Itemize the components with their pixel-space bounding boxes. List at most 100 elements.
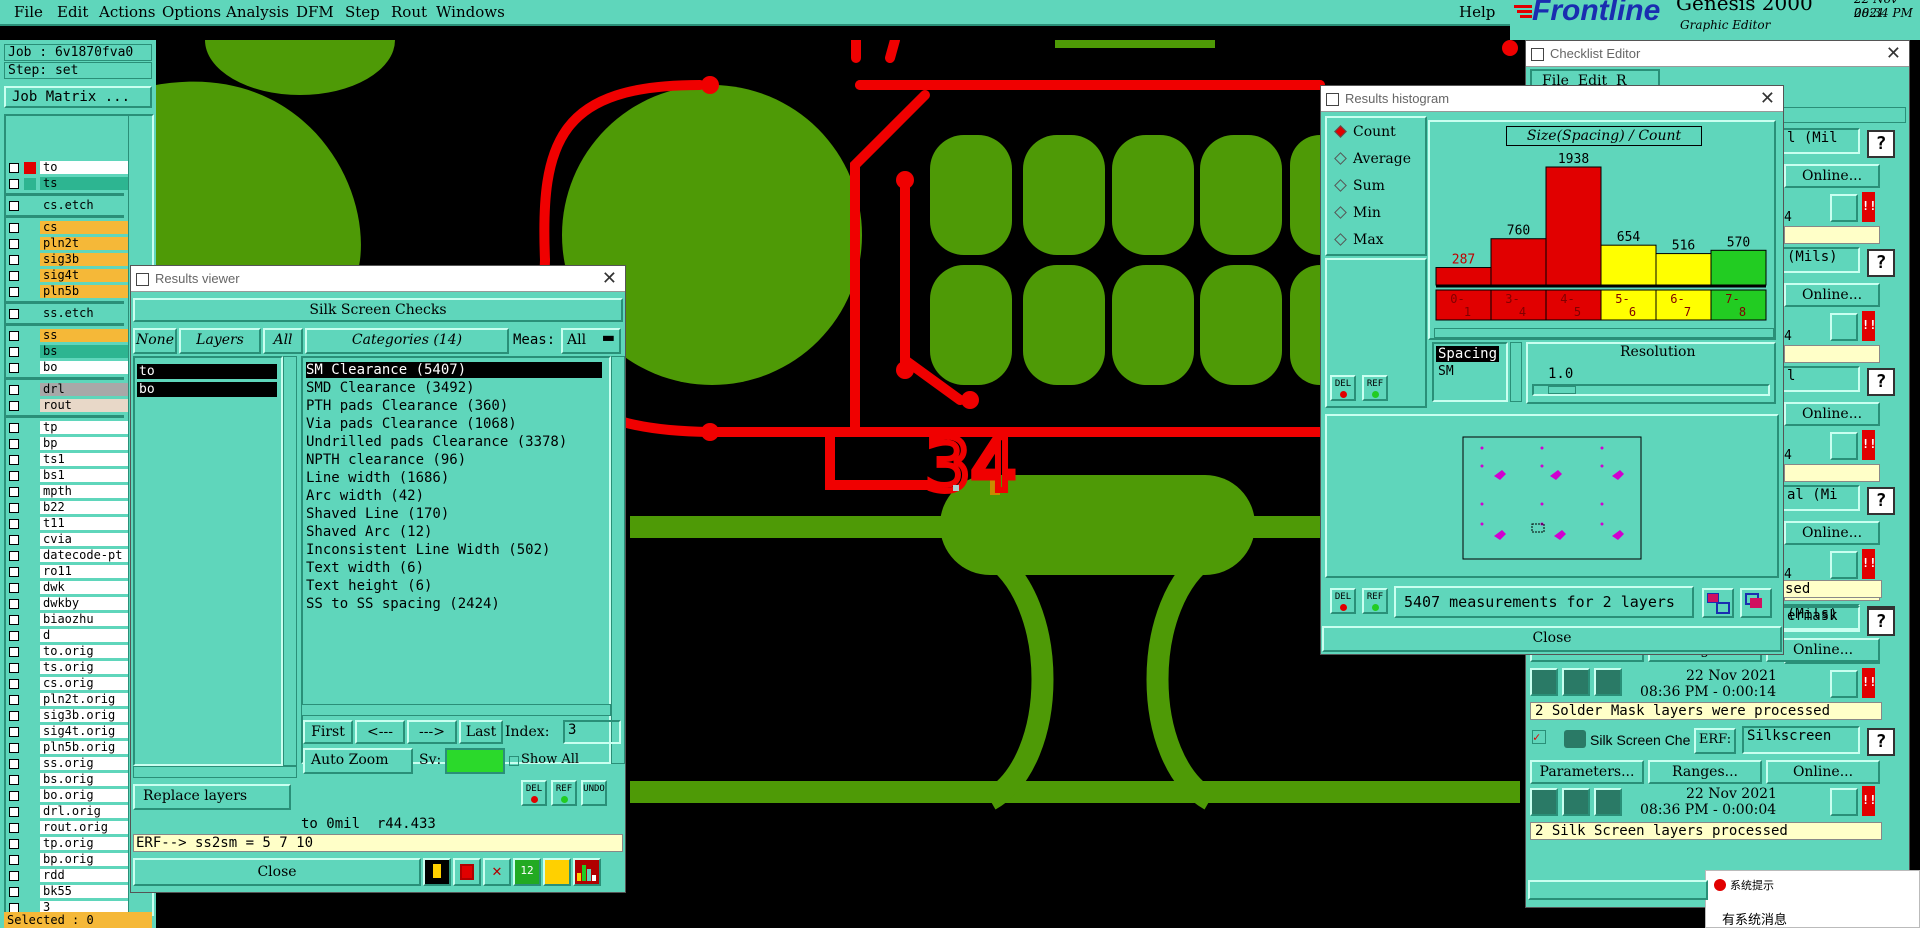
run-icon[interactable] — [1594, 668, 1622, 696]
layer-checkbox[interactable] — [9, 679, 19, 689]
layer-row[interactable]: datecode-pt — [6, 548, 128, 563]
layer-checkbox[interactable] — [9, 487, 19, 497]
close-icon[interactable]: ✕ — [1760, 88, 1775, 109]
layer-checkbox[interactable] — [9, 775, 19, 785]
layer-checkbox[interactable] — [9, 309, 19, 319]
ref-button[interactable]: REF — [1362, 375, 1388, 401]
layer-checkbox[interactable] — [9, 807, 19, 817]
shrink-icon[interactable] — [1740, 588, 1772, 618]
layer-checkbox[interactable] — [9, 663, 19, 673]
layer-row[interactable]: t11 — [6, 516, 128, 531]
replace-layers-dropdown[interactable]: Replace layers — [133, 784, 291, 810]
alert-icon[interactable]: !! — [1862, 668, 1876, 698]
spacing-list[interactable]: Spacing SM — [1432, 342, 1508, 402]
category-item[interactable]: Arc width (42) — [306, 488, 424, 504]
spacing-item[interactable]: SM — [1438, 364, 1454, 379]
del-button[interactable]: DEL — [1330, 588, 1356, 614]
layer-list-vscroll[interactable] — [283, 356, 297, 766]
category-item[interactable]: Via pads Clearance (1068) — [306, 416, 517, 432]
online-button[interactable]: Online... — [1784, 402, 1880, 426]
checklist-field[interactable]: al (Mi — [1782, 485, 1860, 511]
layer-checkbox[interactable] — [9, 331, 19, 341]
mode-radio-min[interactable]: Min — [1334, 205, 1381, 221]
erf-label-button[interactable]: ERF: — [1694, 728, 1736, 754]
menu-options[interactable]: Options — [162, 3, 221, 21]
layer-checkbox[interactable] — [9, 439, 19, 449]
category-item[interactable]: Shaved Arc (12) — [306, 524, 432, 540]
layer-row[interactable]: ts — [6, 176, 128, 191]
checklist-bottom-button[interactable] — [1528, 880, 1708, 900]
help-button[interactable]: ? — [1867, 728, 1895, 756]
mode-radio-count[interactable]: Count — [1334, 124, 1396, 140]
index-input[interactable]: 3 — [563, 720, 621, 744]
meas-dropdown[interactable]: All ▬ — [561, 328, 621, 354]
layer-checkbox[interactable] — [9, 599, 19, 609]
layer-checkbox[interactable] — [9, 711, 19, 721]
spacing-item-selected[interactable]: Spacing — [1436, 346, 1500, 362]
layer-checkbox[interactable] — [9, 223, 19, 233]
mode-radio-max[interactable]: Max — [1334, 232, 1384, 248]
alert-icon[interactable]: !! — [1862, 786, 1876, 816]
histogram-chart[interactable]: 287 0-1 760 3-4 1938 4-5 654 5-6 516 6-7 570 7-8 — [1432, 150, 1772, 325]
erf-value-field[interactable]: Silkscreen — [1742, 726, 1860, 754]
mode-radio-sum[interactable]: Sum — [1334, 178, 1385, 194]
category-item[interactable]: PTH pads Clearance (360) — [306, 398, 508, 414]
layer-row[interactable]: cs.etch — [6, 198, 128, 213]
layer-checkbox[interactable] — [9, 743, 19, 753]
histogram-close-button[interactable]: Close — [1322, 626, 1782, 652]
zoom-icon[interactable] — [1830, 194, 1858, 222]
layer-checkbox[interactable] — [9, 201, 19, 211]
alert-icon[interactable]: !! — [1862, 311, 1876, 341]
layer-checkbox[interactable] — [9, 519, 19, 529]
category-item[interactable]: SMD Clearance (3492) — [306, 380, 475, 396]
layer-row[interactable]: drl.orig — [6, 804, 128, 819]
layer-row[interactable]: rout.orig — [6, 820, 128, 835]
ranges-button[interactable]: Ranges... — [1648, 760, 1762, 784]
category-item[interactable]: SM Clearance (5407) — [306, 362, 602, 378]
layer-checkbox[interactable] — [9, 535, 19, 545]
layer-checkbox[interactable] — [9, 823, 19, 833]
layer-checkbox[interactable] — [9, 791, 19, 801]
checklist-field[interactable]: l — [1782, 366, 1860, 392]
layer-row[interactable]: bo.orig — [6, 788, 128, 803]
layers-button[interactable]: Layers — [179, 328, 261, 354]
layer-checkbox[interactable] — [9, 503, 19, 513]
histogram-titlebar[interactable]: Results histogram ✕ — [1321, 86, 1783, 112]
layer-row[interactable]: ss.etch — [6, 306, 128, 321]
checklist-field[interactable]: l (Mil — [1782, 128, 1860, 154]
histogram-tool-icon[interactable] — [573, 858, 601, 886]
layer-checkbox[interactable] — [9, 255, 19, 265]
layer-row[interactable]: pln5b — [6, 284, 128, 299]
layer-row[interactable]: ro11 — [6, 564, 128, 579]
prev-button[interactable]: <--- — [355, 720, 405, 744]
soldermask-field[interactable]: ermask — [1782, 606, 1860, 632]
layer-checkbox[interactable] — [9, 695, 19, 705]
layer-row[interactable]: mpth — [6, 484, 128, 499]
help-button[interactable]: ? — [1867, 130, 1895, 158]
layer-checkbox[interactable] — [9, 471, 19, 481]
histogram-bar[interactable] — [1600, 244, 1657, 286]
layer-checkbox[interactable] — [9, 551, 19, 561]
layer-checkbox[interactable] — [9, 615, 19, 625]
layer-row[interactable]: sig3b.orig — [6, 708, 128, 723]
results-viewer-titlebar[interactable]: Results viewer ✕ — [131, 266, 625, 292]
layer-row[interactable]: bp — [6, 436, 128, 451]
checklist-field[interactable]: (Mils) — [1782, 247, 1860, 273]
layer-row[interactable]: cvia — [6, 532, 128, 547]
erf-tool-icon[interactable]: ✕ — [483, 858, 511, 886]
all-button[interactable]: All — [263, 328, 303, 354]
layer-result-item[interactable]: bo — [137, 382, 277, 397]
histogram-bar[interactable] — [1490, 238, 1547, 286]
layer-checkbox[interactable] — [9, 239, 19, 249]
layer-checkbox[interactable] — [9, 631, 19, 641]
layer-checkbox[interactable] — [9, 855, 19, 865]
online-button[interactable]: Online... — [1766, 760, 1880, 784]
alert-icon[interactable]: !! — [1862, 430, 1876, 460]
layer-checkbox[interactable] — [9, 401, 19, 411]
layer-row[interactable]: pln2t.orig — [6, 692, 128, 707]
histogram-bar[interactable] — [1435, 267, 1492, 286]
layer-checkbox[interactable] — [9, 363, 19, 373]
category-item[interactable]: Text height (6) — [306, 578, 432, 594]
layer-row[interactable]: bp.orig — [6, 852, 128, 867]
resolution-slider-thumb[interactable] — [1548, 386, 1576, 394]
